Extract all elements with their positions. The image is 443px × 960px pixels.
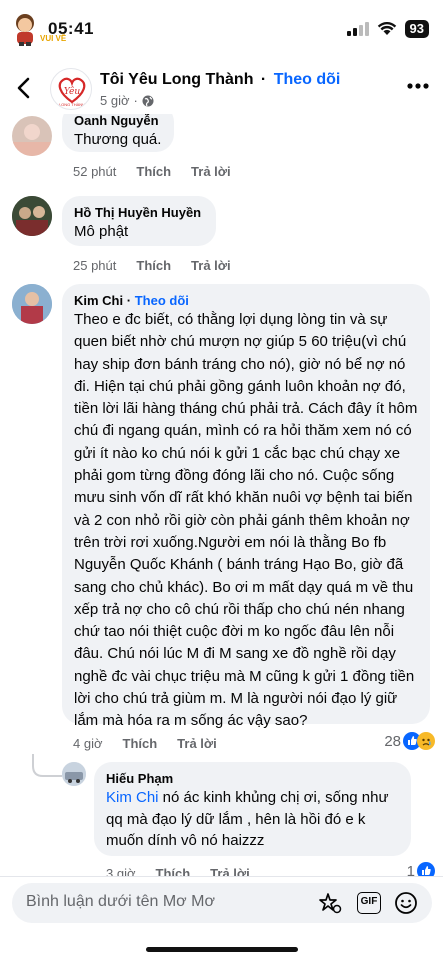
avatar[interactable] bbox=[62, 762, 86, 786]
like-button[interactable]: Thích bbox=[156, 866, 191, 876]
home-indicator[interactable] bbox=[146, 947, 298, 952]
avatar-sticker-icon[interactable] bbox=[318, 891, 342, 915]
avatar-logo-subtext: LONG THÀNH bbox=[59, 102, 85, 107]
sticker-caption: VUI VỀ bbox=[40, 34, 67, 43]
post-meta: 5 giờ · bbox=[100, 93, 154, 108]
page-title-row: Tôi Yêu Long Thành · Theo dõi bbox=[100, 71, 340, 89]
post-header: Yêu LONG THÀNH Tôi Yêu Long Thành · Theo… bbox=[0, 62, 443, 114]
avatar-logo-text: Yêu bbox=[64, 86, 80, 97]
comment-author[interactable]: Kim Chi bbox=[74, 293, 123, 308]
cellular-signal-icon bbox=[346, 22, 369, 36]
reply-button[interactable]: Trả lời bbox=[210, 866, 250, 876]
page-name[interactable]: Tôi Yêu Long Thành bbox=[100, 71, 253, 88]
comment-bubble[interactable]: Oanh Nguyễn Thương quá. bbox=[62, 114, 174, 152]
comment-time: 4 giờ bbox=[73, 736, 103, 751]
comments-list: Oanh Nguyễn Thương quá. 52 phút Thích Tr… bbox=[0, 114, 443, 876]
comment-time: 25 phút bbox=[73, 258, 117, 273]
comment-input-placeholder: Bình luận dưới tên Mơ Mơ bbox=[26, 893, 215, 910]
follow-author-button[interactable]: Theo dõi bbox=[135, 293, 189, 308]
comment-item: Hồ Thị Huyền Huyền Mô phật 25 phút Thích… bbox=[0, 196, 443, 276]
comment-author-row: Kim Chi · Theo dõi bbox=[74, 292, 418, 309]
comment-actions: 4 giờ Thích Trả lời bbox=[73, 736, 217, 751]
avatar[interactable] bbox=[12, 196, 52, 236]
comment-time: 52 phút bbox=[73, 164, 117, 179]
reaction-count: 1 bbox=[406, 862, 415, 877]
status-indicators: 93 bbox=[346, 20, 429, 38]
avatar[interactable] bbox=[12, 284, 52, 324]
reaction-summary[interactable]: 28 bbox=[384, 732, 435, 750]
mention-link[interactable]: Kim Chi bbox=[106, 789, 159, 806]
title-separator: · bbox=[260, 71, 267, 88]
more-options-icon[interactable] bbox=[407, 82, 429, 90]
comment-actions: 25 phút Thích Trả lời bbox=[73, 258, 231, 273]
comment-time: 3 giờ bbox=[106, 866, 136, 876]
comment-text: Mô phật bbox=[74, 223, 129, 240]
comment-author[interactable]: Oanh Nguyễn bbox=[74, 114, 162, 129]
reply-button[interactable]: Trả lời bbox=[191, 164, 231, 179]
sad-reaction-icon bbox=[417, 732, 435, 750]
comment-actions: 3 giờ Thích Trả lời bbox=[106, 866, 250, 876]
comment-author[interactable]: Hồ Thị Huyền Huyền bbox=[74, 204, 204, 221]
reply-item: Hiếu Phạm Kim Chi nó ác kinh khủng chị ơ… bbox=[0, 762, 443, 876]
comment-actions: 52 phút Thích Trả lời bbox=[73, 164, 231, 179]
avatar[interactable] bbox=[12, 116, 52, 156]
wifi-icon bbox=[377, 22, 396, 35]
post-time: 5 giờ bbox=[100, 93, 130, 108]
comment-composer: Bình luận dưới tên Mơ Mơ GIF bbox=[0, 876, 443, 960]
comment-input[interactable]: Bình luận dưới tên Mơ Mơ GIF bbox=[12, 883, 432, 923]
meta-dot: · bbox=[133, 93, 138, 108]
emoji-icon[interactable] bbox=[394, 891, 418, 915]
comment-author[interactable]: Hiếu Phạm bbox=[106, 770, 399, 787]
reaction-summary[interactable]: 1 bbox=[407, 862, 435, 876]
like-reaction-icon bbox=[417, 862, 435, 876]
reaction-count: 28 bbox=[384, 732, 401, 750]
page-avatar[interactable]: Yêu LONG THÀNH bbox=[50, 68, 92, 110]
comment-item: Kim Chi · Theo dõi Theo e đc biết, có th… bbox=[0, 284, 443, 754]
globe-icon bbox=[142, 95, 154, 106]
sticker-avatar bbox=[10, 12, 42, 48]
back-arrow-icon[interactable] bbox=[14, 76, 34, 100]
like-button[interactable]: Thích bbox=[136, 164, 171, 179]
author-separator: · bbox=[126, 293, 132, 308]
comment-text: Thương quá. bbox=[74, 131, 162, 148]
like-button[interactable]: Thích bbox=[136, 258, 171, 273]
comment-bubble[interactable]: Hiếu Phạm Kim Chi nó ác kinh khủng chị ơ… bbox=[94, 762, 411, 856]
comment-text: Kim Chi nó ác kinh khủng chị ơi, sống nh… bbox=[106, 787, 399, 852]
follow-page-button[interactable]: Theo dõi bbox=[274, 71, 341, 88]
status-bar: 05:41 VUI VỀ 93 bbox=[0, 0, 443, 60]
comment-bubble[interactable]: Kim Chi · Theo dõi Theo e đc biết, có th… bbox=[62, 284, 430, 729]
like-button[interactable]: Thích bbox=[123, 736, 158, 751]
comment-text: Theo e đc biết, có thằng lợi dụng lòng t… bbox=[74, 311, 418, 730]
battery-level: 93 bbox=[404, 20, 429, 38]
reply-button[interactable]: Trả lời bbox=[191, 258, 231, 273]
reply-button[interactable]: Trả lời bbox=[177, 736, 217, 751]
comment-bubble[interactable]: Hồ Thị Huyền Huyền Mô phật bbox=[62, 196, 216, 246]
comment-item: Oanh Nguyễn Thương quá. 52 phút Thích Tr… bbox=[0, 114, 443, 184]
gif-icon[interactable]: GIF bbox=[357, 892, 381, 914]
